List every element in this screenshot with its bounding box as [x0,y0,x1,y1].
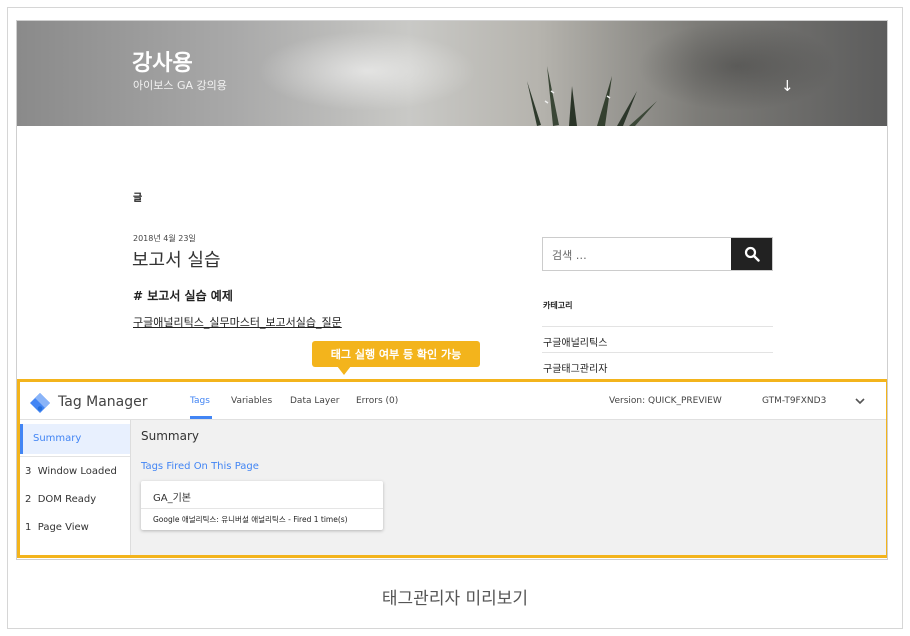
sidebar-item-label: Summary [33,433,82,444]
event-number: 1 [25,522,32,533]
chevron-down-icon[interactable] [854,395,866,407]
post-title[interactable]: 보고서 실습 [132,246,221,272]
tag-card[interactable]: GA_기본 Google 애널리틱스: 유니버설 애널리틱스 - Fired 1… [141,481,383,530]
tag-description: Google 애널리틱스: 유니버설 애널리틱스 - Fired 1 time(… [153,515,348,524]
event-number: 2 [25,494,32,505]
site-title[interactable]: 강사용 [132,45,193,77]
gtm-brand-name: Tag Manager [58,394,148,410]
search-input[interactable]: 검색 … [542,237,773,271]
tab-variables[interactable]: Variables [231,396,272,406]
sidebar-item-page-view[interactable]: 1 Page View [25,522,89,533]
event-label: Window Loaded [37,466,117,477]
sidebar-item-dom-ready[interactable]: 2 DOM Ready [25,494,96,505]
tag-manager-logo-icon [30,393,50,413]
search-icon [744,246,760,262]
post-subheading: # 보고서 실습 예제 [133,289,233,303]
categories-heading: 카테고리 [543,301,573,310]
search-button[interactable] [731,238,772,270]
header-background-blur [257,31,477,111]
scroll-down-arrow-icon[interactable]: ↓ [781,77,794,95]
version-label: Version: QUICK_PREVIEW [609,396,722,406]
posts-section-label: 글 [133,193,143,204]
event-label: Page View [37,522,89,533]
tag-card-divider [141,508,383,509]
browser-screenshot: 강사용 아이보스 GA 강의용 ↓ 글 2018년 4월 23일 보고서 실습 … [16,20,888,560]
sidebar-divider [20,456,130,457]
gtm-sidebar: Summary 3 Window Loaded 2 DOM Ready 1 Pa… [20,420,131,555]
event-number: 3 [25,466,32,477]
container-id: GTM-T9FXND3 [762,396,827,406]
gtm-preview-panel: Tag Manager Tags Variables Data Layer Er… [17,379,887,558]
sidebar-item-window-loaded[interactable]: 3 Window Loaded [25,466,117,477]
sidebar-item-summary[interactable]: Summary [20,424,130,454]
plant-image [527,66,657,126]
figure-caption: 태그관리자 미리보기 [381,589,529,609]
category-item[interactable]: 구글애널리틱스 [542,326,773,352]
post-date[interactable]: 2018년 4월 23일 [133,233,196,244]
site-header: 강사용 아이보스 GA 강의용 ↓ [17,21,887,126]
category-list: 구글애널리틱스 구글태그관리자 [542,326,773,378]
tab-tags[interactable]: Tags [190,396,210,406]
gtm-body: Summary 3 Window Loaded 2 DOM Ready 1 Pa… [20,420,886,555]
tag-name: GA_기본 [153,493,191,504]
active-tab-indicator [190,416,212,419]
annotation-callout: 태그 실행 여부 등 확인 가능 [312,341,480,367]
tab-data-layer[interactable]: Data Layer [290,396,339,406]
tab-errors[interactable]: Errors (0) [356,396,398,406]
event-label: DOM Ready [37,494,97,505]
tags-fired-label: Tags Fired On This Page [141,461,259,472]
category-item[interactable]: 구글태그관리자 [542,352,773,378]
gtm-header: Tag Manager Tags Variables Data Layer Er… [20,382,886,420]
site-description: 아이보스 GA 강의용 [133,79,227,92]
annotation-callout-tail [337,366,351,375]
summary-title: Summary [141,429,199,443]
search-placeholder: 검색 … [552,249,587,262]
post-link[interactable]: 구글애널리틱스_실무마스터_보고서실습_질문 [133,314,342,330]
